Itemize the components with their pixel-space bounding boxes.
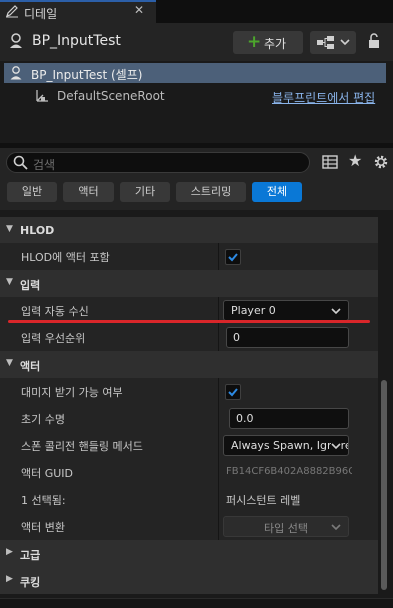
actor-transform-dropdown[interactable]: 타입 선택 [223,516,349,537]
close-icon[interactable]: ✕ [134,3,144,17]
property-label: HLOD에 액터 포함 [21,251,110,264]
filter-actor[interactable]: 액터 [63,182,114,202]
property-label: 대미지 받기 가능 여부 [21,386,123,399]
column-divider [218,243,219,270]
actor-icon [10,66,22,80]
input-priority-field[interactable]: 0 [226,327,349,348]
category-actor[interactable]: ▼ 액터 [0,351,378,378]
spawn-collision-dropdown[interactable]: Always Spawn, Ignore Collisions [223,435,349,456]
lock-icon[interactable] [367,33,381,49]
filter-general[interactable]: 일반 [7,182,57,202]
property-row-initial-life-span: 초기 수명 0.0 [0,405,378,432]
column-divider [218,459,219,486]
selected-level-value: 퍼시스턴트 레벨 [226,494,301,507]
tab-bar: 디테일 ✕ [0,0,393,23]
annotation-underline [8,320,370,323]
tree-item-self-label: BP_InputTest (셀프) [31,68,143,82]
hierarchy-icon [317,36,334,49]
add-component-button[interactable]: + 추가 [233,31,303,54]
scene-root-icon [36,90,48,102]
chevron-down-icon [331,524,341,531]
property-row-include-in-hlod: HLOD에 액터 포함 [0,243,378,270]
property-label: 액터 변환 [21,521,65,534]
chevron-down-icon [331,443,341,450]
category-label: HLOD [20,224,55,237]
filter-streaming[interactable]: 스트리밍 [176,182,246,202]
column-divider [218,324,219,351]
tree-item-root-label[interactable]: DefaultSceneRoot [57,89,165,103]
search-input[interactable]: 검색 [6,152,310,173]
details-property-grid: ▼ HLOD HLOD에 액터 포함 ▼ 입력 입력 자동 수신 Player … [0,210,393,600]
checkmark-icon [228,253,238,262]
property-label: 액터 GUID [21,467,74,480]
category-input[interactable]: ▼ 입력 [0,270,378,297]
blueprint-title: BP_InputTest [32,33,121,49]
auto-receive-input-dropdown[interactable]: Player 0 [223,300,349,321]
can-be-damaged-checkbox[interactable] [225,384,241,400]
search-placeholder: 검색 [33,158,56,172]
property-label: 초기 수명 [21,413,65,426]
category-label: 쿠킹 [20,576,41,589]
property-row-actor-transform: 액터 변환 타입 선택 [0,513,378,540]
details-search-area: 검색 ★ 일반 액터 기타 스트리밍 전체 [0,148,393,210]
checkmark-icon [228,388,238,397]
bottom-edge [0,598,393,608]
property-row-spawn-collision-handling: 스폰 콜리전 핸들링 메서드 Always Spawn, Ignore Coll… [0,432,378,459]
collapsed-arrow-icon: ▶ [6,547,13,557]
category-advanced[interactable]: ▶ 고급 [0,540,378,567]
property-row-selected-level: 1 선택됨: 퍼시스턴트 레벨 [0,486,378,513]
category-label: 고급 [20,549,41,562]
initial-life-span-field[interactable]: 0.0 [229,408,349,429]
blueprint-options-button[interactable] [310,31,356,54]
chevron-down-icon [331,308,341,315]
filter-all[interactable]: 전체 [252,182,302,202]
column-divider [218,378,219,405]
column-divider [218,405,219,432]
collapsed-arrow-icon: ▶ [6,574,13,584]
property-label: 스폰 콜리전 핸들링 메서드 [21,440,143,453]
star-icon[interactable]: ★ [348,153,362,169]
edit-in-blueprint-link[interactable]: 블루프린트에서 편집 [272,89,375,106]
column-divider [218,432,219,459]
blueprint-header: BP_InputTest + 추가 BP_InputTest (셀프) Defa… [0,23,393,161]
property-row-actor-guid: 액터 GUID FB14CF6B402A8882B96C [0,459,378,486]
dropdown-value: 타입 선택 [264,522,308,535]
property-row-input-priority: 입력 우선순위 0 [0,324,378,351]
chevron-down-icon [340,39,350,46]
expanded-arrow-icon: ▼ [6,277,13,287]
property-matrix-icon[interactable] [322,155,338,169]
column-divider [218,513,219,540]
column-divider [218,486,219,513]
dropdown-value: Player 0 [231,304,276,317]
property-label: 입력 우선순위 [21,332,86,345]
expanded-arrow-icon: ▼ [6,358,13,368]
add-button-label: 추가 [264,37,287,51]
gear-icon[interactable] [373,154,389,170]
include-in-hlod-checkbox[interactable] [225,249,241,265]
property-label: 1 선택됨: [21,494,66,507]
property-row-can-be-damaged: 대미지 받기 가능 여부 [0,378,378,405]
search-icon [13,155,28,170]
tab-details[interactable]: 디테일 ✕ [0,0,156,23]
scrollbar-thumb[interactable] [381,380,387,590]
category-label: 입력 [20,279,41,292]
expanded-arrow-icon: ▼ [6,224,13,234]
details-pencil-icon [6,5,18,18]
category-cooking[interactable]: ▶ 쿠킹 [0,567,378,594]
category-hlod[interactable]: ▼ HLOD [0,217,378,244]
actor-guid-value: FB14CF6B402A8882B96C [226,466,352,477]
tab-label: 디테일 [24,7,58,21]
plus-icon: + [247,32,262,52]
tree-item-self[interactable]: BP_InputTest (셀프) [4,63,386,83]
property-label: 입력 자동 수신 [21,305,89,318]
blueprint-actor-icon [10,33,22,48]
filter-misc[interactable]: 기타 [120,182,170,202]
category-label: 액터 [20,360,41,373]
